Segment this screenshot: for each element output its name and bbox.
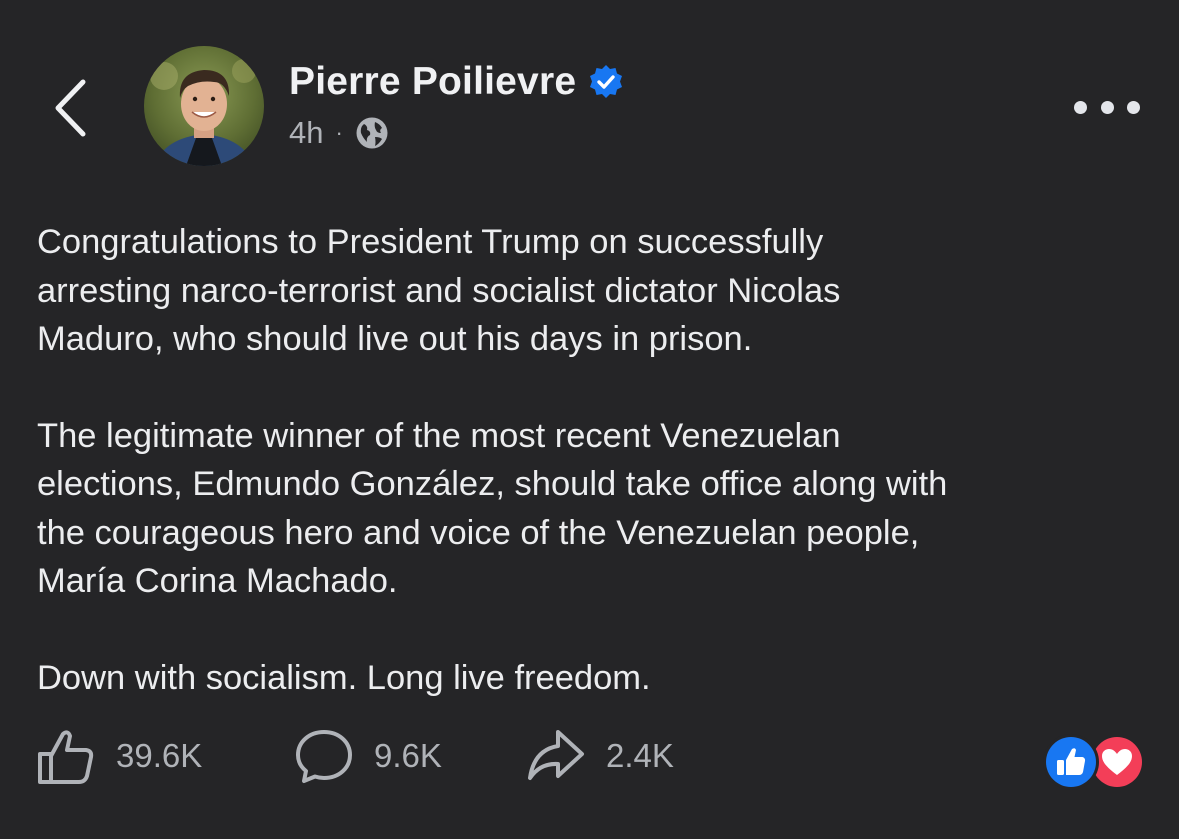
more-horizontal-icon-dot bbox=[1100, 100, 1114, 114]
post-paragraph: The legitimate winner of the most recent… bbox=[37, 416, 948, 601]
post-paragraph: Congratulations to President Trump on su… bbox=[37, 223, 841, 358]
avatar-image bbox=[144, 46, 264, 166]
heart-reaction-icon bbox=[1092, 737, 1142, 787]
chevron-left-icon bbox=[55, 79, 86, 137]
author-name[interactable]: Pierre Poilievre bbox=[289, 60, 576, 104]
post-page: Pierre Poilievre 4h · Congratulations to bbox=[0, 0, 1179, 839]
meta-separator: · bbox=[335, 120, 343, 145]
reaction-summary[interactable] bbox=[1046, 737, 1144, 787]
more-options-button[interactable] bbox=[1074, 92, 1140, 122]
post-meta: 4h · bbox=[289, 115, 389, 151]
like-reaction-icon bbox=[1046, 737, 1096, 787]
action-bar: 39.6K 9.6K 2.4K bbox=[36, 726, 674, 786]
comment-count: 9.6K bbox=[374, 737, 442, 774]
post-time[interactable]: 4h bbox=[289, 115, 323, 151]
comment-bubble-icon bbox=[296, 730, 352, 783]
more-horizontal-icon bbox=[1074, 100, 1087, 114]
share-count: 2.4K bbox=[606, 737, 674, 774]
post-text: Congratulations to President Trump on su… bbox=[37, 218, 1147, 750]
thumbs-up-icon bbox=[38, 730, 94, 784]
author-name-row[interactable]: Pierre Poilievre bbox=[289, 60, 624, 104]
verified-badge-icon bbox=[588, 64, 624, 100]
comment-button[interactable]: 9.6K bbox=[294, 726, 526, 786]
more-horizontal-icon-dot bbox=[1127, 100, 1140, 114]
avatar[interactable] bbox=[144, 46, 264, 166]
share-button[interactable]: 2.4K bbox=[526, 726, 674, 786]
back-button[interactable] bbox=[44, 72, 96, 144]
share-arrow-icon bbox=[528, 730, 584, 780]
globe-icon[interactable] bbox=[355, 116, 389, 150]
like-button[interactable]: 39.6K bbox=[36, 726, 294, 786]
like-count: 39.6K bbox=[116, 737, 203, 774]
post-paragraph: Down with socialism. Long live freedom. bbox=[37, 658, 651, 697]
